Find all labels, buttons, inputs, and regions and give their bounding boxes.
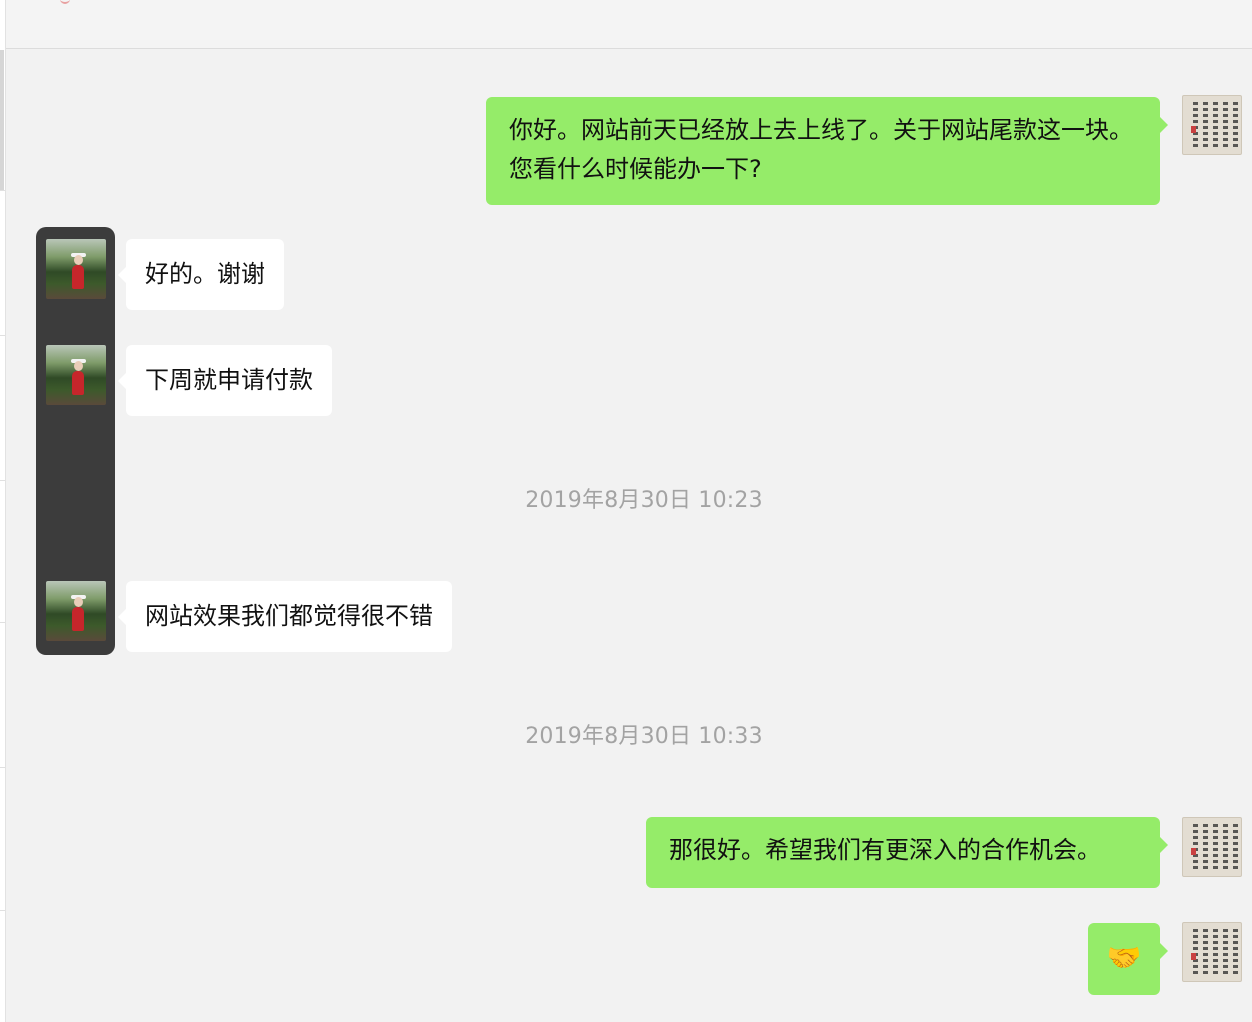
outgoing-message-bubble[interactable]: 那很好。希望我们有更深入的合作机会。 <box>646 817 1168 888</box>
left-panel-divider <box>0 910 5 911</box>
message-text: 下周就申请付款 <box>145 366 313 394</box>
incoming-message-bubble[interactable]: 网站效果我们都觉得很不错 <box>118 581 452 652</box>
contact-avatar[interactable] <box>46 239 106 299</box>
handshake-emoji-icon: 🤝 <box>1106 941 1142 974</box>
left-panel-divider <box>0 190 5 191</box>
message-text: 网站效果我们都觉得很不错 <box>145 602 433 630</box>
message-text: 你好。网站前天已经放上去上线了。关于网站尾款这一块。您看什么时候能办一下? <box>509 116 1133 183</box>
message-timestamp: 2019年8月30日 10:23 <box>525 488 763 513</box>
outgoing-emoji-bubble[interactable]: 🤝 <box>1088 923 1168 995</box>
outgoing-message-bubble[interactable]: 你好。网站前天已经放上去上线了。关于网站尾款这一块。您看什么时候能办一下? <box>486 97 1168 205</box>
left-panel-divider <box>0 767 5 768</box>
left-panel-divider <box>0 480 5 481</box>
left-panel-divider <box>0 622 5 623</box>
self-avatar[interactable] <box>1182 95 1242 155</box>
chat-header-bar <box>0 0 1252 49</box>
incoming-message-bubble[interactable]: 好的。谢谢 <box>118 239 284 310</box>
self-avatar[interactable] <box>1182 922 1242 982</box>
message-text: 那很好。希望我们有更深入的合作机会。 <box>669 836 1101 864</box>
chat-window: 你好。网站前天已经放上去上线了。关于网站尾款这一块。您看什么时候能办一下? 好的… <box>0 0 1252 1022</box>
contact-avatar[interactable] <box>46 345 106 405</box>
contact-avatar[interactable] <box>46 581 106 641</box>
message-text: 好的。谢谢 <box>145 260 265 288</box>
left-panel-scrollbar[interactable] <box>0 50 4 190</box>
self-avatar[interactable] <box>1182 817 1242 877</box>
message-timestamp: 2019年8月30日 10:33 <box>525 724 763 749</box>
incoming-message-bubble[interactable]: 下周就申请付款 <box>118 345 332 416</box>
left-panel-divider <box>0 335 5 336</box>
